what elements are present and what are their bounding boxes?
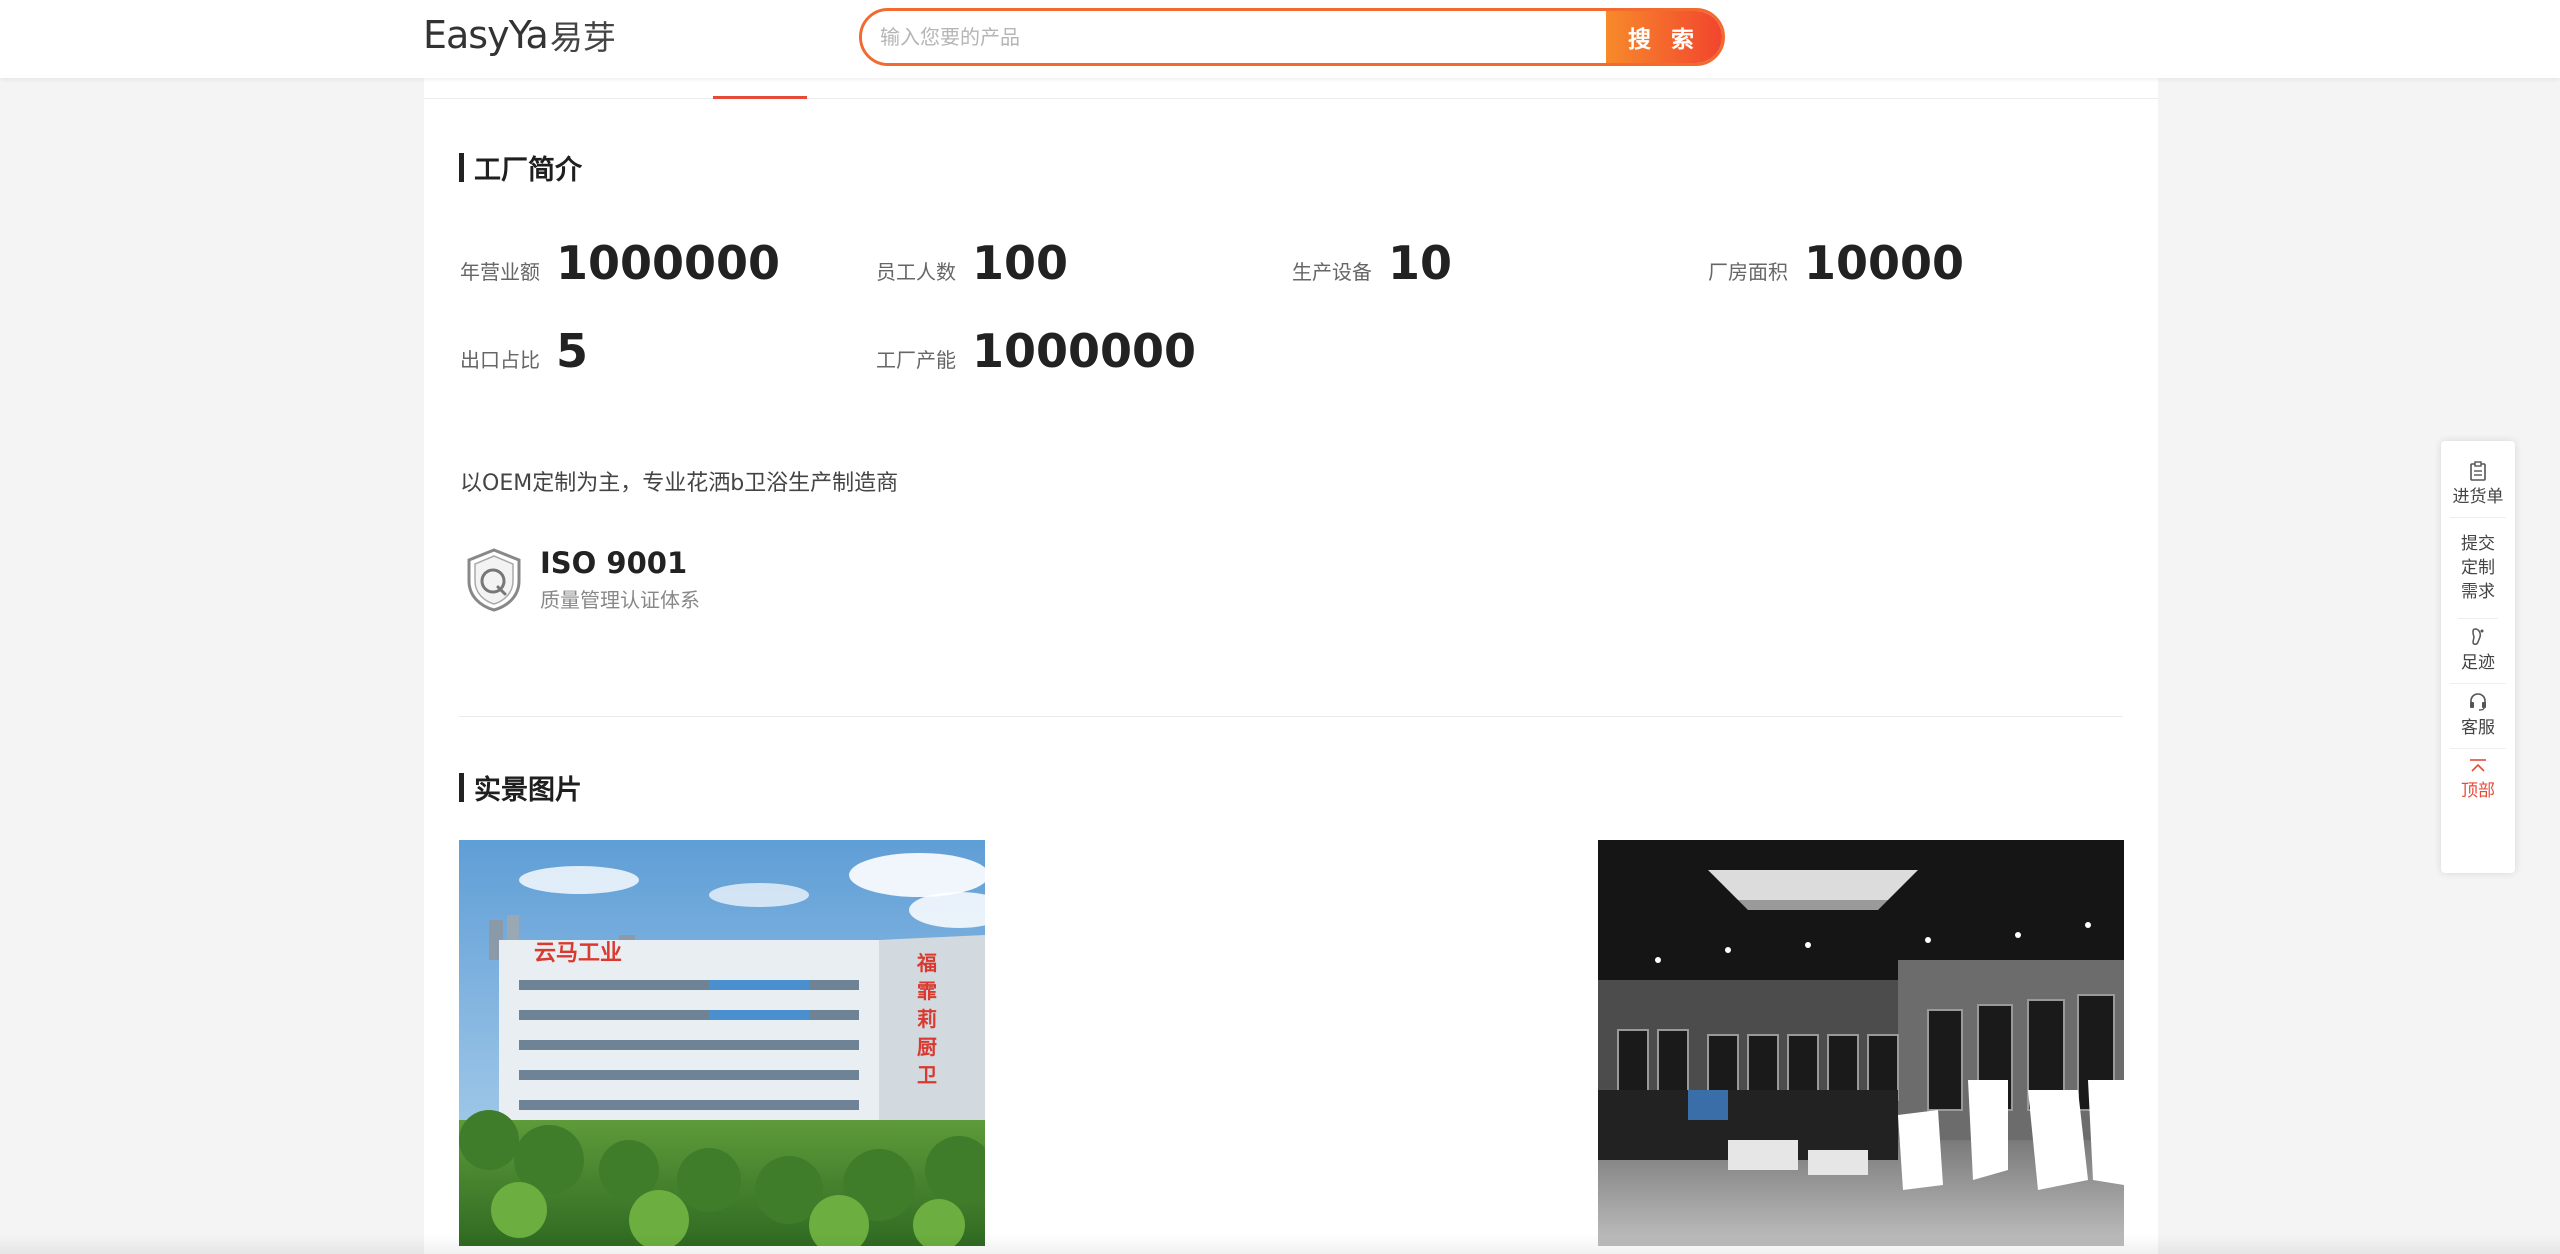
side-toolbar: 进货单 提交定制需求 足迹 客服 顶部 bbox=[2441, 441, 2515, 873]
stat-value: 100 bbox=[972, 236, 1069, 290]
factory-sign: 云马工业 bbox=[534, 941, 622, 966]
stat-value: 10000 bbox=[1804, 236, 1965, 290]
top-header: EasyYa 易芽 搜 索 bbox=[0, 0, 2560, 78]
factory-side-sign: 福 霏 莉 厨 卫 bbox=[916, 951, 937, 1087]
factory-photo[interactable]: 云马工业 福 霏 莉 厨 卫 bbox=[459, 840, 985, 1246]
bottom-shadow bbox=[0, 1234, 2560, 1254]
footprint-link[interactable]: 足迹 bbox=[2450, 619, 2506, 684]
clipboard-icon bbox=[2470, 461, 2486, 481]
stat-label: 出口占比 bbox=[460, 348, 540, 372]
svg-text:霏: 霏 bbox=[917, 979, 937, 1003]
logo-cjk-text: 易芽 bbox=[549, 18, 616, 57]
back-to-top-link[interactable]: 顶部 bbox=[2450, 749, 2506, 811]
footprint-icon bbox=[2472, 628, 2484, 645]
stat-equipment: 生产设备 10 bbox=[1292, 236, 1452, 290]
main-panel: 工厂简介 年营业额 1000000 员工人数 100 生产设备 10 厂房面积 … bbox=[424, 78, 2158, 1254]
arrow-up-icon bbox=[2470, 759, 2486, 772]
cart-link[interactable]: 进货单 bbox=[2450, 453, 2506, 518]
stat-value: 1000000 bbox=[972, 324, 1197, 378]
stat-label: 工厂产能 bbox=[876, 348, 956, 372]
stat-value: 10 bbox=[1388, 236, 1453, 290]
certificate-desc: 质量管理认证体系 bbox=[540, 588, 700, 612]
stat-label: 厂房面积 bbox=[1708, 260, 1788, 284]
search-input[interactable] bbox=[862, 11, 1606, 63]
active-tab-indicator bbox=[713, 96, 807, 99]
customer-service-link[interactable]: 客服 bbox=[2450, 684, 2506, 749]
stat-factory-area: 厂房面积 10000 bbox=[1708, 236, 1964, 290]
stat-label: 员工人数 bbox=[876, 260, 956, 284]
svg-text:厨: 厨 bbox=[917, 1035, 937, 1059]
title-bar bbox=[459, 773, 464, 802]
logo-latin-text: EasyYa bbox=[423, 13, 549, 57]
stat-value: 1000000 bbox=[556, 236, 781, 290]
factory-intro-title: 工厂简介 bbox=[459, 148, 582, 187]
stat-capacity: 工厂产能 1000000 bbox=[876, 324, 1196, 378]
stat-label: 生产设备 bbox=[1292, 260, 1372, 284]
stat-label: 年营业额 bbox=[460, 260, 540, 284]
certificate: ISO 9001 质量管理认证体系 bbox=[464, 546, 700, 613]
showroom-image bbox=[1598, 840, 2124, 1246]
gallery-title-text: 实景图片 bbox=[474, 775, 582, 806]
search-button[interactable]: 搜 索 bbox=[1606, 11, 1722, 63]
stat-employees: 员工人数 100 bbox=[876, 236, 1068, 290]
cart-label: 进货单 bbox=[2452, 487, 2504, 507]
customer-service-label: 客服 bbox=[2461, 718, 2495, 738]
back-to-top-label: 顶部 bbox=[2461, 781, 2495, 801]
stat-export-ratio: 出口占比 5 bbox=[460, 324, 588, 378]
tab-divider bbox=[424, 98, 2158, 99]
showroom-photo[interactable] bbox=[1598, 840, 2124, 1246]
section-divider bbox=[459, 716, 2123, 717]
svg-text:卫: 卫 bbox=[917, 1063, 937, 1087]
footprint-label: 足迹 bbox=[2461, 653, 2495, 673]
factory-description: 以OEM定制为主，专业花洒b卫浴生产制造商 bbox=[460, 471, 899, 496]
svg-text:莉: 莉 bbox=[917, 1007, 937, 1031]
custom-request-label: 提交定制需求 bbox=[2461, 534, 2495, 602]
svg-text:福: 福 bbox=[916, 951, 937, 975]
factory-image: 云马工业 福 霏 莉 厨 卫 bbox=[459, 840, 985, 1246]
stat-value: 5 bbox=[556, 324, 589, 378]
title-bar bbox=[459, 153, 464, 182]
shield-icon bbox=[467, 547, 521, 612]
stat-annual-revenue: 年营业额 1000000 bbox=[460, 236, 780, 290]
factory-intro-title-text: 工厂简介 bbox=[474, 155, 582, 186]
certificate-name: ISO 9001 bbox=[540, 546, 688, 580]
search-bar: 搜 索 bbox=[859, 8, 1725, 66]
custom-request-link[interactable]: 提交定制需求 bbox=[2458, 518, 2498, 619]
gallery-title: 实景图片 bbox=[459, 768, 582, 807]
headset-icon bbox=[2470, 693, 2486, 711]
certificate-text: ISO 9001 质量管理认证体系 bbox=[540, 546, 700, 613]
site-logo[interactable]: EasyYa 易芽 bbox=[423, 13, 616, 57]
